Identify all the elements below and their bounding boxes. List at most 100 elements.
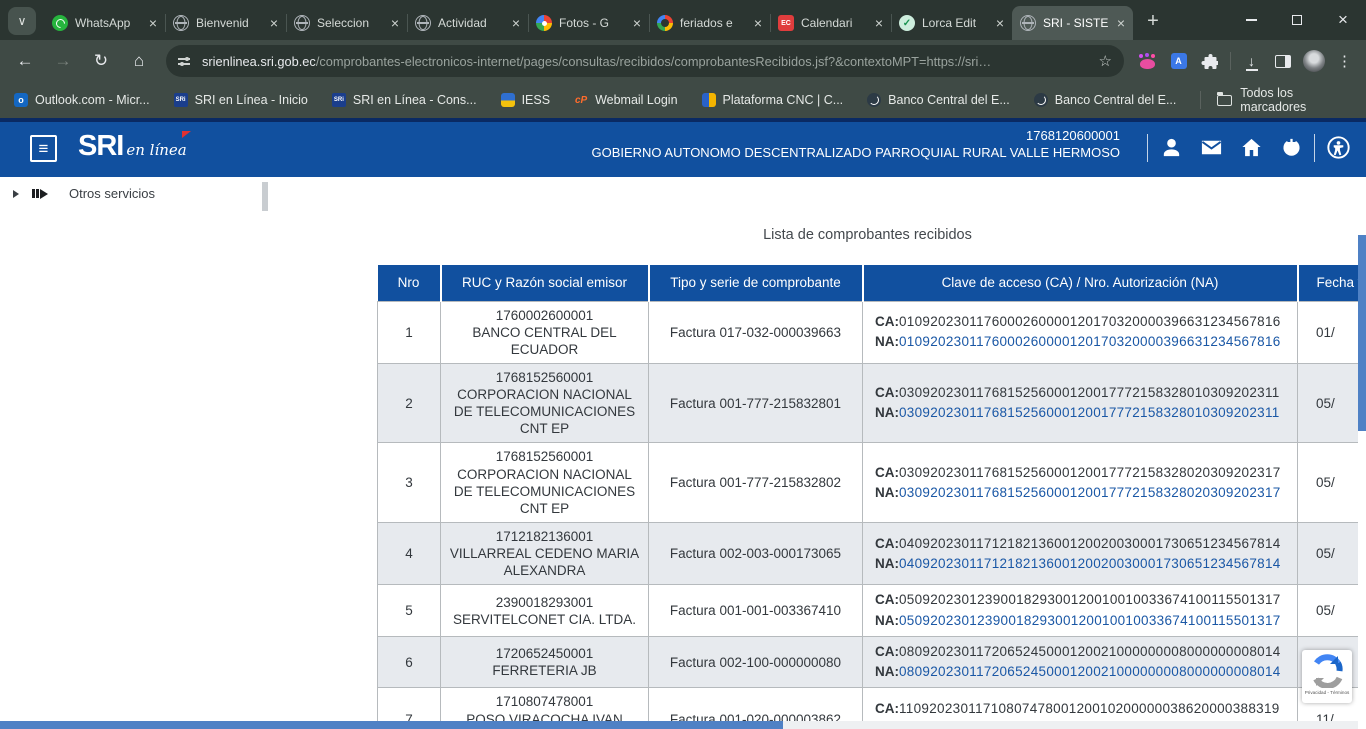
cell-tipo-serie: Factura 017-032-000039663 [649, 301, 863, 363]
autorizacion-link[interactable]: 0109202301176000260000120170320000396631… [899, 334, 1281, 349]
home-button-sri[interactable] [1231, 136, 1271, 159]
cell-clave-acceso: CA:0409202301171218213600120020030001730… [863, 523, 1298, 585]
tab-sri-siste[interactable]: SRI - SISTE× [1012, 6, 1133, 40]
accessibility-button[interactable] [1318, 136, 1358, 159]
home-icon [1240, 136, 1263, 159]
bookmark-plataforma-cnc-c[interactable]: Plataforma CNC | C... [702, 93, 844, 107]
bookmark-label: Outlook.com - Micr... [35, 93, 150, 107]
home-button[interactable]: ⌂ [120, 44, 158, 78]
new-tab-button[interactable]: + [1139, 7, 1167, 35]
tab-close-icon[interactable]: × [996, 16, 1004, 30]
profile-button[interactable] [1298, 45, 1329, 77]
reload-button[interactable]: ↻ [82, 44, 120, 78]
tab-label: Calendari [801, 16, 871, 30]
autorizacion-link[interactable]: 0409202301171218213600120020030001730651… [899, 556, 1281, 571]
cpanel-favicon: cP [574, 93, 588, 107]
horizontal-scrollbar-thumb[interactable] [0, 721, 783, 729]
sri-logo[interactable]: SRI en línea [78, 130, 187, 163]
col-header-fecha: Fecha y [1298, 265, 1359, 301]
minimize-button[interactable] [1228, 0, 1274, 40]
autorizacion-link[interactable]: 0309202301176815256000120017772158328010… [899, 405, 1280, 420]
downloads-button[interactable]: ↓ [1236, 45, 1267, 77]
all-bookmarks[interactable]: Todos los marcadores [1200, 86, 1352, 114]
horizontal-scrollbar[interactable] [0, 721, 1358, 729]
sidebar-scrollbar-thumb[interactable] [262, 182, 268, 211]
bookmark-banco-central-del-e[interactable]: Banco Central del E... [1034, 93, 1177, 107]
bookmark-star-icon[interactable]: ☆ [1099, 52, 1112, 70]
maximize-button[interactable] [1274, 0, 1320, 40]
forward-button[interactable]: → [44, 44, 82, 78]
tab-whatsapp[interactable]: WhatsApp × [44, 6, 165, 40]
table-row: 41712182136001VILLARREAL CEDENO MARIA AL… [378, 523, 1359, 585]
all-bookmarks-label: Todos los marcadores [1240, 86, 1352, 114]
side-panel-button[interactable] [1267, 45, 1298, 77]
tab-calendari[interactable]: ECCalendari× [770, 6, 891, 40]
tab-bienvenid[interactable]: Bienvenid× [165, 6, 286, 40]
site-info-icon[interactable] [178, 54, 192, 68]
pink-extension-button[interactable] [1132, 45, 1163, 77]
tab-search-button[interactable]: ∨ [8, 7, 36, 35]
scrollbar-corner [1358, 721, 1366, 729]
sidebar-item-label: Otros servicios [69, 186, 155, 201]
tab-close-icon[interactable]: × [512, 16, 520, 30]
tab-close-icon[interactable]: × [1117, 16, 1125, 30]
vertical-scrollbar[interactable] [1358, 177, 1366, 721]
user-button[interactable] [1151, 136, 1191, 159]
sidebar-item-otros-servicios[interactable]: Otros servicios [13, 186, 155, 201]
check-favicon: ✓ [899, 15, 915, 31]
cell-tipo-serie: Factura 002-003-000173065 [649, 523, 863, 585]
bookmark-banco-central-del-e[interactable]: Banco Central del E... [867, 93, 1010, 107]
autorizacion-link[interactable]: 0809202301172065245000120021000000008000… [899, 664, 1281, 679]
tab-close-icon[interactable]: × [754, 16, 762, 30]
bookmark-sri-en-l-nea-cons[interactable]: SRiSRI en Línea - Cons... [332, 93, 477, 107]
tab-label: WhatsApp [75, 16, 145, 30]
table-row: 11760002600001BANCO CENTRAL DEL ECUADORF… [378, 301, 1359, 363]
bookmark-sri-en-l-nea-inicio[interactable]: SRiSRI en Línea - Inicio [174, 93, 308, 107]
cell-tipo-serie: Factura 002-100-000000080 [649, 636, 863, 688]
bookmark-webmail-login[interactable]: cPWebmail Login [574, 93, 677, 107]
autorizacion-link[interactable]: 0509202301239001829300120010010033674100… [899, 613, 1281, 628]
back-button[interactable]: ← [6, 44, 44, 78]
table-row: 52390018293001SERVITELCONET CIA. LTDA.Fa… [378, 585, 1359, 637]
bookmark-outlook-com-micr[interactable]: oOutlook.com - Micr... [14, 93, 150, 107]
autorizacion-link[interactable]: 0309202301176815256000120017772158328020… [899, 485, 1281, 500]
header-separator [1314, 134, 1315, 162]
cell-nro: 1 [378, 301, 441, 363]
bookmarks-bar: oOutlook.com - Micr... SRiSRI en Línea - … [0, 82, 1366, 118]
recaptcha-badge[interactable]: Privacidad - Términos [1302, 650, 1352, 703]
bookmark-label: SRI en Línea - Inicio [195, 93, 308, 107]
paw-icon [1140, 59, 1155, 69]
bookmark-label: Banco Central del E... [888, 93, 1010, 107]
cell-ruc-emisor: 1712182136001VILLARREAL CEDENO MARIA ALE… [441, 523, 649, 585]
logout-button[interactable] [1271, 136, 1311, 159]
close-window-button[interactable]: × [1320, 0, 1366, 40]
menu-hamburger-button[interactable]: ≡ [30, 135, 57, 162]
globe-favicon [415, 15, 431, 31]
mail-button[interactable] [1191, 136, 1231, 159]
sri-logo-flag [182, 131, 191, 138]
url-domain: srienlinea.sri.gob.ec [202, 54, 316, 69]
tab-close-icon[interactable]: × [270, 16, 278, 30]
translate-button[interactable]: A [1163, 45, 1194, 77]
google-favicon [657, 15, 673, 31]
tab-seleccion[interactable]: Seleccion× [286, 6, 407, 40]
bookmark-iess[interactable]: IESS [501, 93, 551, 107]
tab-actividad[interactable]: Actividad× [407, 6, 528, 40]
globe-favicon [173, 15, 189, 31]
cell-clave-acceso: CA:0509202301239001829300120010010033674… [863, 585, 1298, 637]
bank-favicon [1034, 93, 1048, 107]
tab-close-icon[interactable]: × [391, 16, 399, 30]
vertical-scrollbar-thumb[interactable] [1358, 235, 1366, 431]
tab-fotos-g[interactable]: Fotos - G × [528, 6, 649, 40]
tab-close-icon[interactable]: × [149, 16, 157, 30]
address-bar[interactable]: srienlinea.sri.gob.ec/comprobantes-elect… [166, 45, 1124, 77]
browser-menu-button[interactable]: ⋮ [1329, 45, 1360, 77]
tab-lorca-edit[interactable]: ✓Lorca Edit× [891, 6, 1012, 40]
tab-strip: ∨ WhatsApp×Bienvenid×Seleccion×Actividad… [0, 0, 1366, 40]
tab-label: Fotos - G [559, 16, 629, 30]
tab-close-icon[interactable]: × [875, 16, 883, 30]
extensions-button[interactable] [1194, 45, 1225, 77]
tab-feriados-e[interactable]: feriados e× [649, 6, 770, 40]
fast-forward-icon [32, 189, 48, 199]
tab-close-icon[interactable]: × [633, 16, 641, 30]
